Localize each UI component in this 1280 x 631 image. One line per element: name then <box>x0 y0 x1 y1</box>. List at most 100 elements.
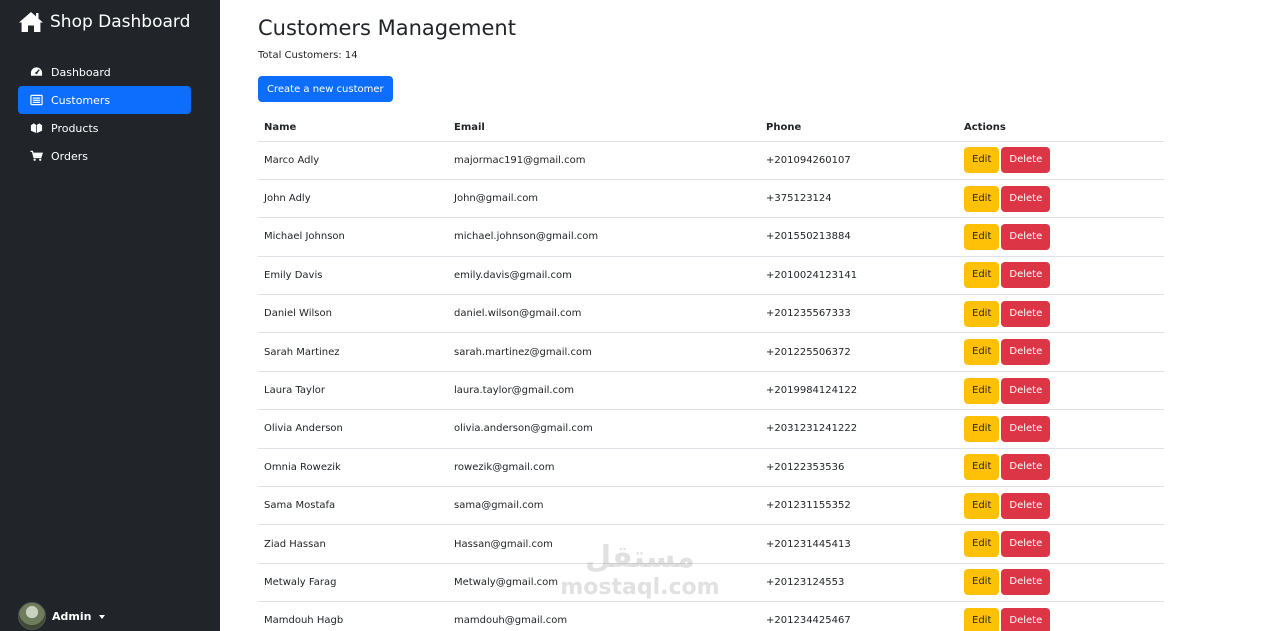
cell-phone: +201094260107 <box>760 141 958 180</box>
home-icon <box>18 10 44 34</box>
cell-actions: Edit Delete <box>958 486 1164 526</box>
sidebar-item-label: Customers <box>51 93 111 107</box>
cell-email: rowezik@gmail.com <box>448 448 760 488</box>
sidebar-item-label: Dashboard <box>51 65 111 79</box>
delete-button[interactable]: Delete <box>1001 147 1051 174</box>
cell-email: michael.johnson@gmail.com <box>448 217 760 257</box>
table-row: Laura Taylor laura.taylor@gmail.com +20199… <box>258 371 1164 411</box>
column-header-name: Name <box>258 115 448 142</box>
sidebar-item-customers[interactable]: Customers <box>18 86 191 114</box>
cell-name: Metwaly Farag <box>258 563 448 603</box>
table-row: Omnia Rowezik rowezik@gmail.com +201223535… <box>258 448 1164 488</box>
cell-actions: Edit Delete <box>958 332 1164 372</box>
cell-name: Marco Adly <box>258 141 448 180</box>
edit-button[interactable]: Edit <box>964 531 1000 558</box>
cell-phone: +201225506372 <box>760 332 958 372</box>
create-customer-button[interactable]: Create a new customer <box>258 76 393 102</box>
edit-button[interactable]: Edit <box>964 454 1000 481</box>
cell-actions: Edit Delete <box>958 409 1164 449</box>
edit-button[interactable]: Edit <box>964 415 1000 442</box>
user-name: Admin <box>52 609 92 623</box>
cell-phone: +375123124 <box>760 179 958 219</box>
table-row: Emily Davis emily.davis@gmail.com +2010024… <box>258 256 1164 296</box>
cell-actions: Edit Delete <box>958 141 1164 180</box>
table-row: Daniel Wilson daniel.wilson@gmail.com +201… <box>258 294 1164 334</box>
sidebar: Shop Dashboard Dashboard Customers Produ… <box>0 0 220 631</box>
edit-button[interactable]: Edit <box>964 147 1000 174</box>
brand-title: Shop Dashboard <box>50 12 191 32</box>
cell-email: sarah.martinez@gmail.com <box>448 332 760 372</box>
delete-button[interactable]: Delete <box>1001 377 1051 404</box>
sidebar-item-label: Orders <box>51 149 88 163</box>
caret-down-icon <box>99 614 106 619</box>
cell-actions: Edit Delete <box>958 217 1164 257</box>
table-header-row: Name Email Phone Actions <box>258 115 1164 142</box>
cell-phone: +2031231241222 <box>760 409 958 449</box>
cell-email: daniel.wilson@gmail.com <box>448 294 760 334</box>
cell-actions: Edit Delete <box>958 371 1164 411</box>
sidebar-item-dashboard[interactable]: Dashboard <box>18 58 191 86</box>
cell-email: mamdouh@gmail.com <box>448 601 760 631</box>
cell-phone: +20122353536 <box>760 448 958 488</box>
edit-button[interactable]: Edit <box>964 569 1000 596</box>
brand[interactable]: Shop Dashboard <box>18 10 190 34</box>
cell-name: Daniel Wilson <box>258 294 448 334</box>
edit-button[interactable]: Edit <box>964 223 1000 250</box>
edit-button[interactable]: Edit <box>964 377 1000 404</box>
cell-name: Sama Mostafa <box>258 486 448 526</box>
user-menu[interactable]: Admin <box>18 602 106 630</box>
sidebar-item-products[interactable]: Products <box>18 114 191 142</box>
cell-phone: +2019984124122 <box>760 371 958 411</box>
table-row: Mamdouh Hagb mamdouh@gmail.com +2012344254… <box>258 601 1164 631</box>
page-title: Customers Management <box>258 16 516 40</box>
column-header-actions: Actions <box>958 115 1164 142</box>
delete-button[interactable]: Delete <box>1001 185 1051 212</box>
cell-name: Ziad Hassan <box>258 524 448 564</box>
delete-button[interactable]: Delete <box>1001 262 1051 289</box>
delete-button[interactable]: Delete <box>1001 607 1051 631</box>
boxes-icon <box>29 122 43 134</box>
table-row: Sarah Martinez sarah.martinez@gmail.com +2… <box>258 332 1164 372</box>
edit-button[interactable]: Edit <box>964 492 1000 519</box>
speedometer-icon <box>29 66 43 78</box>
cell-name: Emily Davis <box>258 256 448 296</box>
total-count: 14 <box>344 50 358 61</box>
customers-table: Name Email Phone Actions Marco Adly major… <box>258 115 1164 631</box>
sidebar-item-orders[interactable]: Orders <box>18 142 191 170</box>
total-label: Total Customers: <box>258 50 342 61</box>
cell-name: Omnia Rowezik <box>258 448 448 488</box>
cell-phone: +20123124553 <box>760 563 958 603</box>
delete-button[interactable]: Delete <box>1001 454 1051 481</box>
delete-button[interactable]: Delete <box>1001 300 1051 327</box>
cell-email: Metwaly@gmail.com <box>448 563 760 603</box>
edit-button[interactable]: Edit <box>964 185 1000 212</box>
edit-button[interactable]: Edit <box>964 607 1000 631</box>
cell-phone: +201234425467 <box>760 601 958 631</box>
delete-button[interactable]: Delete <box>1001 415 1051 442</box>
cell-actions: Edit Delete <box>958 179 1164 219</box>
cell-actions: Edit Delete <box>958 563 1164 603</box>
delete-button[interactable]: Delete <box>1001 531 1051 558</box>
total-customers: Total Customers: 14 <box>258 50 358 61</box>
table-row: Michael Johnson michael.johnson@gmail.com… <box>258 217 1164 257</box>
edit-button[interactable]: Edit <box>964 262 1000 289</box>
cell-phone: +201231155352 <box>760 486 958 526</box>
column-header-phone: Phone <box>760 115 958 142</box>
list-icon <box>29 94 43 106</box>
delete-button[interactable]: Delete <box>1001 223 1051 250</box>
edit-button[interactable]: Edit <box>964 339 1000 366</box>
cell-actions: Edit Delete <box>958 256 1164 296</box>
cell-email: emily.davis@gmail.com <box>448 256 760 296</box>
cell-name: Michael Johnson <box>258 217 448 257</box>
delete-button[interactable]: Delete <box>1001 569 1051 596</box>
cell-phone: +201231445413 <box>760 524 958 564</box>
cell-email: John@gmail.com <box>448 179 760 219</box>
delete-button[interactable]: Delete <box>1001 492 1051 519</box>
cell-name: John Adly <box>258 179 448 219</box>
cell-name: Laura Taylor <box>258 371 448 411</box>
delete-button[interactable]: Delete <box>1001 339 1051 366</box>
cart-icon <box>29 150 43 162</box>
cell-phone: +2010024123141 <box>760 256 958 296</box>
edit-button[interactable]: Edit <box>964 300 1000 327</box>
table-row: Ziad Hassan Hassan@gmail.com +201231445413… <box>258 524 1164 564</box>
